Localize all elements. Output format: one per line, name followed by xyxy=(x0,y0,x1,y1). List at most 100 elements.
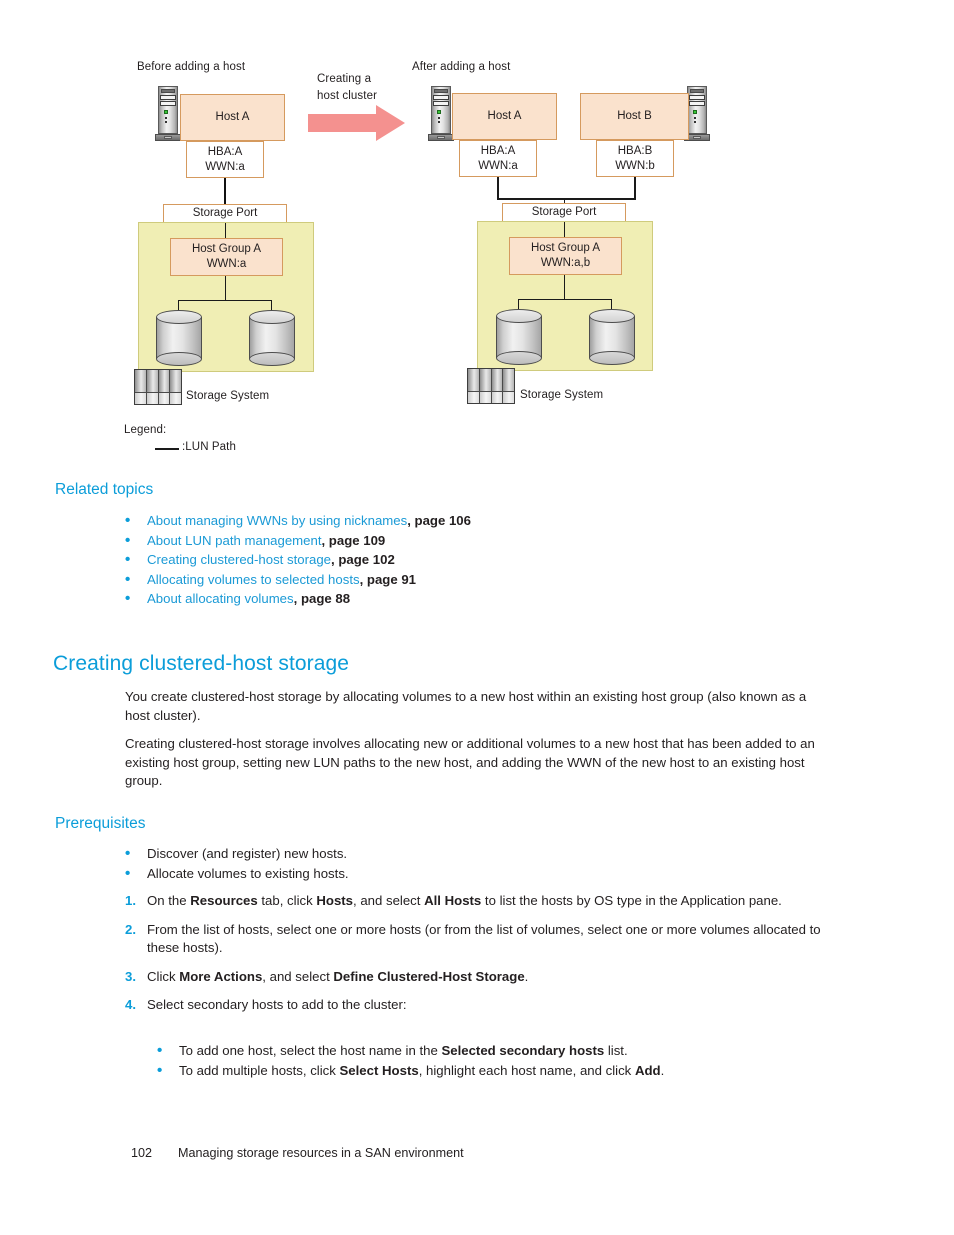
related-topic-link[interactable]: Allocating volumes to selected hosts xyxy=(147,572,360,587)
lun-path-wire xyxy=(224,178,226,204)
host-group-box: Host Group A WWN:a xyxy=(170,238,283,276)
hba-box-b: HBA:B WWN:b xyxy=(596,140,674,177)
host-group-line1: Host Group A xyxy=(530,242,601,254)
ui-term-add: Add xyxy=(634,1062,661,1078)
footer-chapter-title: Managing storage resources in a SAN envi… xyxy=(178,1146,464,1160)
figure-caption-before: Before adding a host xyxy=(137,61,246,73)
related-topic-link[interactable]: About managing WWNs by using nicknames xyxy=(147,513,407,528)
bullet-icon: • xyxy=(125,864,131,882)
hba-box-a: HBA:A WWN:a xyxy=(186,141,264,178)
transition-arrow-icon xyxy=(308,105,405,141)
transition-label-line2: host cluster xyxy=(317,90,378,102)
related-topic-page: , page 102 xyxy=(331,552,395,567)
hba-box-b-line1: HBA:B xyxy=(617,144,653,157)
hba-box-b-line2: WWN:b xyxy=(615,159,655,172)
ui-term-resources: Resources xyxy=(190,893,258,908)
substep-item: • To add one host, select the host name … xyxy=(157,1042,857,1061)
prerequisites-bullet-list: • Discover (and register) new hosts. • A… xyxy=(125,845,845,884)
step-number: 4. xyxy=(125,997,136,1012)
prerequisite-item: • Allocate volumes to existing hosts. xyxy=(125,865,845,884)
host-box-a-label: Host A xyxy=(487,110,522,122)
hba-box-a-line2: WWN:a xyxy=(205,160,245,173)
step-number: 2. xyxy=(125,921,136,937)
lun-path-wire xyxy=(634,177,636,199)
prerequisite-text: Discover (and register) new hosts. xyxy=(147,846,348,861)
bullet-icon: • xyxy=(125,512,131,529)
figure-caption-after: After adding a host xyxy=(412,61,511,73)
storage-system-rack-icon xyxy=(134,369,182,405)
storage-port-label: Storage Port xyxy=(531,206,597,218)
substep-text: To add one host, select the host name in… xyxy=(179,1043,628,1058)
related-topic-page: , page 91 xyxy=(359,571,417,587)
host-group-line2: WWN:a,b xyxy=(540,257,591,269)
lun-path-wire xyxy=(564,275,565,299)
related-topic-page: , page 109 xyxy=(321,532,386,548)
footer-page-number: 102 xyxy=(131,1146,153,1160)
storage-system-rack-icon xyxy=(467,368,515,404)
host-group-box: Host Group A WWN:a,b xyxy=(509,237,622,275)
lun-path-wire xyxy=(497,198,636,200)
storage-port-label: Storage Port xyxy=(192,207,258,219)
step-number: 1. xyxy=(125,893,136,908)
related-topic-item[interactable]: • About allocating volumes, page 88 xyxy=(125,590,825,609)
step-text: Select secondary hosts to add to the clu… xyxy=(147,997,407,1012)
procedure-step: 2. From the list of hosts, select one or… xyxy=(125,921,845,958)
host-group-line1: Host Group A xyxy=(191,243,262,255)
volume-cylinder-icon xyxy=(496,309,542,365)
related-topic-item[interactable]: • Creating clustered-host storage, page … xyxy=(125,551,825,570)
bullet-icon: • xyxy=(157,1061,163,1079)
storage-system-label: Storage System xyxy=(520,389,604,401)
host-box-a: Host A xyxy=(452,93,557,140)
related-topic-page: , page 88 xyxy=(293,591,351,606)
legend-title: Legend: xyxy=(124,424,167,436)
legend-line-sample xyxy=(155,448,179,450)
ui-term-more-actions: More Actions xyxy=(179,968,263,984)
step-text: From the list of hosts, select one or mo… xyxy=(147,921,821,956)
lun-path-wire xyxy=(497,177,499,199)
page-title: Creating clustered-host storage xyxy=(53,652,350,675)
volume-cylinder-icon xyxy=(249,310,295,366)
procedure-step: 1. On the Resources tab, click Hosts, an… xyxy=(125,892,845,911)
bullet-icon: • xyxy=(125,570,131,588)
lun-path-wire xyxy=(225,276,226,300)
procedure-step: 4. Select secondary hosts to add to the … xyxy=(125,996,845,1015)
related-topic-item[interactable]: • About managing WWNs by using nicknames… xyxy=(125,512,825,531)
storage-port-box: Storage Port xyxy=(163,204,287,223)
ui-term-define-clustered-host-storage: Define Clustered-Host Storage xyxy=(333,968,525,984)
prerequisite-text: Allocate volumes to existing hosts. xyxy=(147,865,349,881)
bullet-icon: • xyxy=(157,1042,163,1059)
host-box-b: Host B xyxy=(580,93,689,140)
lun-path-wire xyxy=(518,299,612,300)
figure-host-cluster-diagram: Before adding a host After adding a host… xyxy=(0,0,954,470)
hba-box-a-line1: HBA:A xyxy=(207,145,243,158)
ui-term-selected-secondary-hosts: Selected secondary hosts xyxy=(441,1043,605,1058)
storage-port-box: Storage Port xyxy=(502,203,626,222)
related-topic-link[interactable]: About allocating volumes xyxy=(147,591,294,606)
related-topic-page: , page 106 xyxy=(407,513,471,528)
related-topic-item[interactable]: • About LUN path management, page 109 xyxy=(125,532,825,551)
host-group-line2: WWN:a xyxy=(206,258,247,270)
section-paragraph-2: Creating clustered-host storage involves… xyxy=(125,736,815,788)
prerequisites-heading: Prerequisites xyxy=(55,815,146,832)
host-box-b-label: Host B xyxy=(617,110,652,122)
step-text: On the Resources tab, click Hosts, and s… xyxy=(147,893,782,908)
step-text: Click More Actions, and select Define Cl… xyxy=(147,968,529,984)
bullet-icon: • xyxy=(125,551,131,568)
volume-cylinder-icon xyxy=(156,310,202,366)
procedure-step: 3. Click More Actions, and select Define… xyxy=(125,968,845,987)
substep-list: • To add one host, select the host name … xyxy=(157,1042,857,1081)
related-topic-item[interactable]: • Allocating volumes to selected hosts, … xyxy=(125,571,825,590)
volume-cylinder-icon xyxy=(589,309,635,365)
substep-text: To add multiple hosts, click Select Host… xyxy=(179,1062,665,1078)
related-topic-link[interactable]: Creating clustered-host storage xyxy=(147,552,331,567)
bullet-icon: • xyxy=(125,531,131,549)
related-topics-list: • About managing WWNs by using nicknames… xyxy=(125,512,825,610)
ui-term-all-hosts: All Hosts xyxy=(424,893,482,908)
hba-box-a-line1: HBA:A xyxy=(480,144,516,157)
substep-item: • To add multiple hosts, click Select Ho… xyxy=(157,1062,857,1081)
hba-box-a: HBA:A WWN:a xyxy=(459,140,537,177)
related-topic-link[interactable]: About LUN path management xyxy=(147,533,321,548)
transition-label-line1: Creating a xyxy=(317,73,372,85)
section-paragraph-1: You create clustered-host storage by all… xyxy=(125,689,807,723)
bullet-icon: • xyxy=(125,845,131,862)
